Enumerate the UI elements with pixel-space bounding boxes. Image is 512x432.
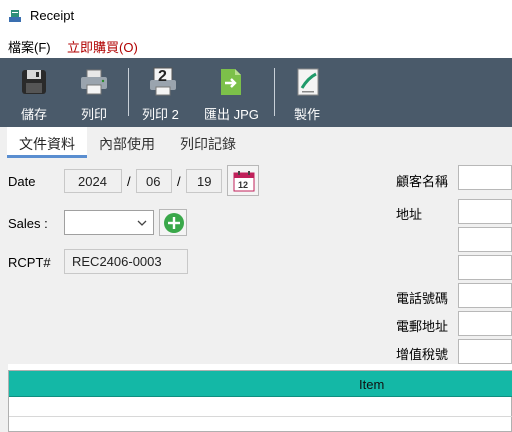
tab-document-info[interactable]: 文件資料 (7, 127, 87, 158)
panel-left-edge (0, 364, 8, 432)
title-bar: Receipt (0, 0, 512, 32)
vat-number-field[interactable] (458, 339, 512, 364)
menu-bar: 檔案(F) 立即購買(O) (0, 32, 512, 58)
add-icon (164, 213, 184, 233)
print-label: 列印 (81, 107, 108, 122)
items-grid: Item (8, 370, 512, 432)
table-row[interactable] (9, 397, 512, 417)
make-label: 製作 (294, 107, 321, 122)
date-year-value: 2024 (78, 173, 107, 189)
make-icon (297, 68, 319, 96)
tab-print-log[interactable]: 列印記錄 (168, 127, 248, 158)
customer-name-field[interactable] (458, 165, 512, 190)
rcpt-number-value: REC2406-0003 (72, 254, 162, 269)
calendar-button[interactable]: 12 (227, 165, 259, 196)
date-month-value: 06 (146, 173, 161, 189)
customer-name-label: 顧客名稱 (396, 174, 449, 189)
window-title: Receipt (30, 8, 75, 23)
email-field[interactable] (458, 311, 512, 336)
address-label: 地址 (396, 207, 423, 222)
date-label: Date (8, 174, 36, 189)
date-year-field[interactable]: 2024 (64, 169, 122, 193)
sales-label: Sales : (8, 216, 48, 231)
rcpt-number-field[interactable]: REC2406-0003 (64, 249, 188, 274)
save-icon (22, 70, 46, 94)
receipt-app-icon (9, 10, 21, 22)
add-sales-button[interactable] (159, 209, 187, 236)
vat-number-label: 增值稅號 (396, 347, 449, 362)
toolbar: 儲存 列印 2 列印 2 匯出 JPG 製作 (0, 58, 512, 127)
tab-bar: 文件資料 內部使用 列印記錄 (0, 127, 512, 158)
column-header-item[interactable]: Item (359, 377, 384, 392)
grid-header: Item (9, 371, 512, 397)
date-separator: / (177, 174, 181, 189)
sales-dropdown[interactable] (64, 210, 154, 235)
export-jpg-icon (221, 69, 241, 95)
date-separator: / (127, 174, 131, 189)
date-day-field[interactable]: 19 (186, 169, 222, 193)
chevron-down-icon (137, 220, 147, 226)
address-line-2-field[interactable] (458, 227, 512, 252)
calendar-badge: 12 (238, 180, 249, 190)
tab-internal-use[interactable]: 內部使用 (88, 127, 166, 158)
rcpt-label: RCPT# (8, 255, 51, 270)
make-button[interactable]: 製作 (284, 58, 332, 127)
toolbar-separator (128, 68, 129, 116)
save-button[interactable]: 儲存 (10, 58, 58, 127)
print-2-badge: 2 (158, 68, 167, 85)
printer-icon (81, 69, 107, 95)
date-month-field[interactable]: 06 (136, 169, 172, 193)
phone-label: 電話號碼 (396, 291, 449, 306)
print-button[interactable]: 列印 (70, 58, 118, 127)
save-label: 儲存 (21, 107, 48, 122)
date-day-value: 19 (197, 173, 212, 189)
print-2-button[interactable]: 2 列印 2 (138, 58, 188, 127)
document-panel: Date 2024 / 06 / 19 12 Sales : RCPT# REC… (0, 158, 512, 364)
menu-file[interactable]: 檔案(F) (8, 37, 51, 56)
export-jpg-label: 匯出 JPG (204, 107, 259, 122)
print-2-label: 列印 2 (142, 107, 179, 122)
toolbar-separator (274, 68, 275, 116)
export-jpg-button[interactable]: 匯出 JPG (200, 58, 264, 127)
address-line-3-field[interactable] (458, 255, 512, 280)
address-line-1-field[interactable] (458, 199, 512, 224)
phone-field[interactable] (458, 283, 512, 308)
email-label: 電郵地址 (396, 319, 449, 334)
menu-buy-now[interactable]: 立即購買(O) (67, 37, 138, 56)
